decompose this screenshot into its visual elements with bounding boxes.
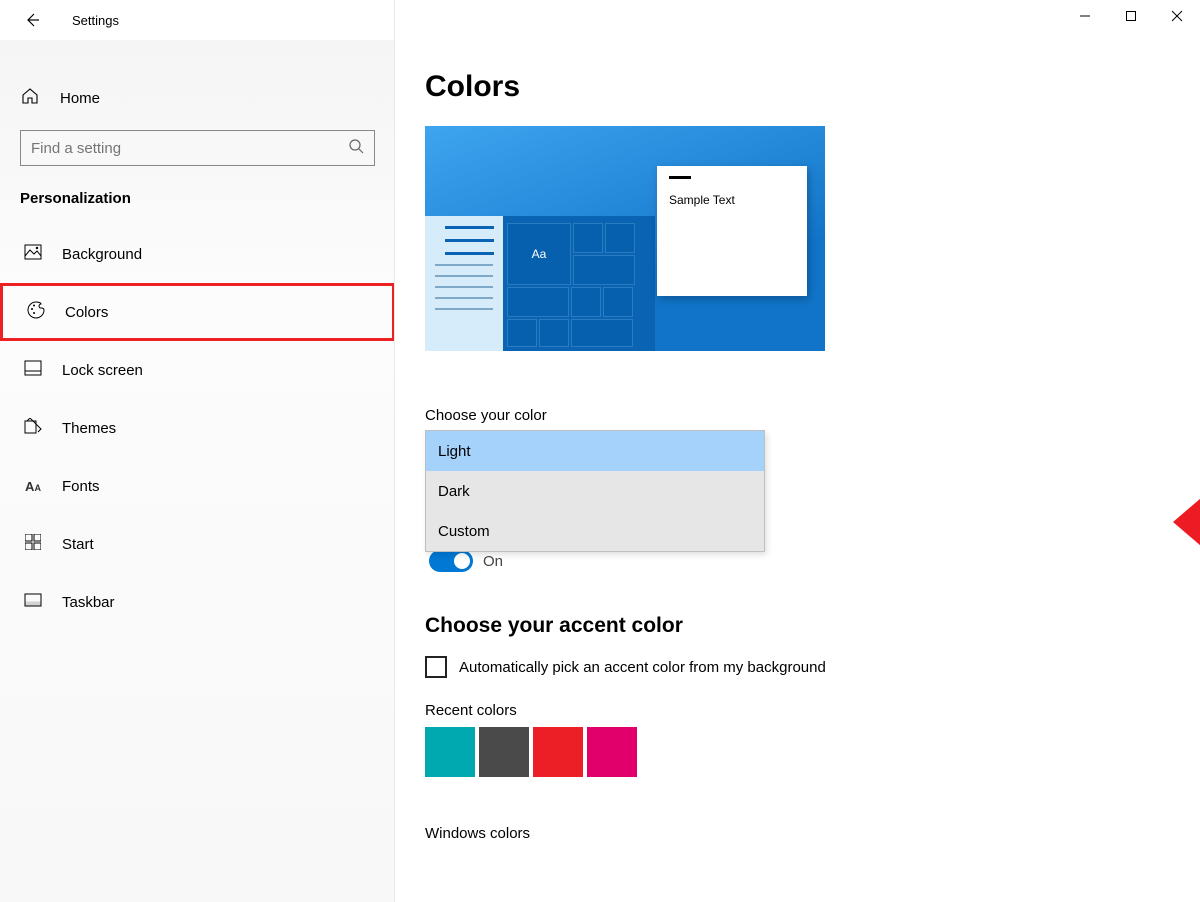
sidebar-item-label: Colors — [65, 304, 108, 321]
sidebar-item-label: Start — [62, 536, 94, 553]
recent-color-swatch[interactable] — [533, 727, 583, 777]
palette-icon — [25, 301, 47, 323]
color-mode-dropdown[interactable]: Light Dark Custom — [425, 430, 765, 552]
sidebar-item-taskbar[interactable]: Taskbar — [0, 573, 395, 631]
category-header: Personalization — [0, 184, 395, 225]
minimize-button[interactable] — [1062, 0, 1108, 32]
picture-icon — [22, 244, 44, 264]
recent-color-swatch[interactable] — [425, 727, 475, 777]
windows-colors-label: Windows colors — [425, 825, 1200, 842]
home-icon — [20, 87, 40, 109]
auto-accent-checkbox[interactable] — [425, 656, 447, 678]
sidebar-item-label: Fonts — [62, 478, 100, 495]
sidebar-item-lockscreen[interactable]: Lock screen — [0, 341, 395, 399]
home-label: Home — [60, 90, 100, 107]
preview-window: Sample Text — [657, 166, 807, 296]
themes-icon — [22, 418, 44, 438]
preview-tile-aa: Aa — [507, 223, 571, 285]
transparency-toggle[interactable] — [429, 550, 473, 572]
sidebar-item-themes[interactable]: Themes — [0, 399, 395, 457]
sidebar-item-fonts[interactable]: AA Fonts — [0, 457, 395, 515]
lockscreen-icon — [22, 360, 44, 380]
recent-colors — [425, 727, 1200, 777]
fonts-icon: AA — [22, 478, 44, 495]
sidebar-item-label: Themes — [62, 420, 116, 437]
home-nav[interactable]: Home — [0, 76, 395, 120]
sidebar-item-label: Taskbar — [62, 594, 115, 611]
page-title: Colors — [425, 70, 1200, 104]
preview-sample-text: Sample Text — [669, 193, 795, 207]
sidebar-item-colors[interactable]: Colors — [0, 283, 395, 341]
recent-color-swatch[interactable] — [587, 727, 637, 777]
start-icon — [22, 534, 44, 554]
choose-color-label: Choose your color — [425, 407, 1200, 424]
search-input-wrap[interactable] — [20, 130, 375, 166]
toggle-label: On — [483, 553, 503, 570]
search-input[interactable] — [31, 140, 348, 157]
close-button[interactable] — [1154, 0, 1200, 32]
recent-colors-label: Recent colors — [425, 702, 1200, 719]
sidebar-item-start[interactable]: Start — [0, 515, 395, 573]
back-button[interactable] — [16, 4, 48, 36]
auto-accent-label: Automatically pick an accent color from … — [459, 659, 826, 676]
taskbar-icon — [22, 593, 44, 611]
color-option-dark[interactable]: Dark — [426, 471, 764, 511]
sidebar-item-background[interactable]: Background — [0, 225, 395, 283]
color-preview: Aa Sample Text — [425, 126, 825, 351]
sidebar-item-label: Background — [62, 246, 142, 263]
recent-color-swatch[interactable] — [479, 727, 529, 777]
color-option-custom[interactable]: Custom — [426, 511, 764, 551]
color-option-light[interactable]: Light — [426, 431, 764, 471]
window-title: Settings — [72, 13, 119, 28]
annotation-arrow — [1173, 452, 1200, 592]
sidebar-item-label: Lock screen — [62, 362, 143, 379]
maximize-button[interactable] — [1108, 0, 1154, 32]
content-area: Colors Aa Sample Text — [395, 40, 1200, 902]
accent-title: Choose your accent color — [425, 614, 1200, 638]
search-icon — [348, 138, 364, 158]
sidebar: Home Personalization Background Colors L… — [0, 40, 395, 902]
